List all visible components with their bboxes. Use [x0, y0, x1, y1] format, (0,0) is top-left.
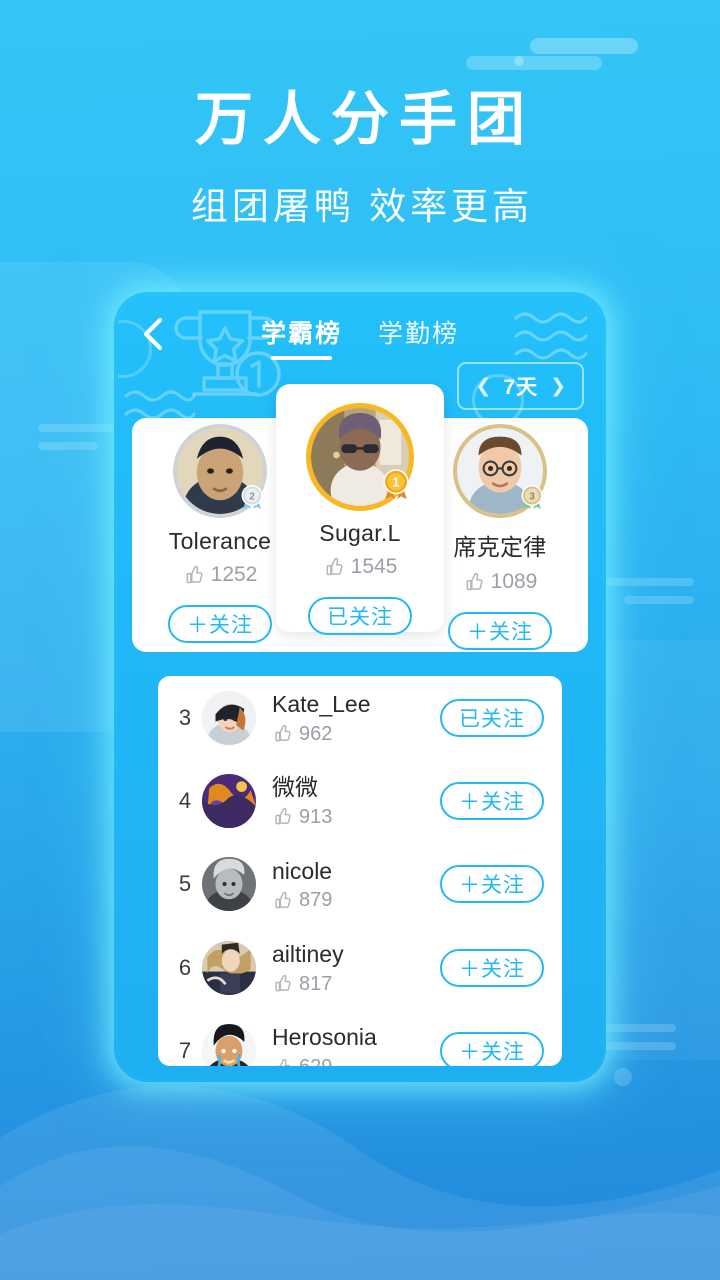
follow-button[interactable]: 已关注 — [440, 698, 544, 737]
thumbs-up-icon — [275, 724, 291, 742]
thumbs-up-icon — [275, 1058, 291, 1066]
row-info: Herosonia 629 — [272, 1023, 440, 1066]
thumbs-up-icon — [275, 975, 291, 992]
podium-entry-1[interactable]: 1 Sugar.L 1545 已关注 — [280, 403, 440, 635]
follow-button[interactable]: ＋关注 — [440, 865, 544, 904]
svg-text:2: 2 — [249, 492, 255, 503]
row-rank: 5 — [178, 871, 192, 897]
row-info: nicole 879 — [272, 857, 440, 913]
follow-button-label: ＋关注 — [459, 957, 525, 981]
follow-button-label: ＋关注 — [459, 874, 525, 898]
bronze-medal-icon: 3 — [521, 485, 543, 509]
avatar-image — [202, 774, 256, 829]
follow-button[interactable]: 已关注 — [308, 597, 412, 635]
follow-button-label: 已关注 — [327, 606, 393, 629]
podium-name: Tolerance — [168, 528, 272, 554]
phone-mockup: 学霸榜 学勤榜 ❮ 7天 ❯ 2 Tolerance 1252 ＋关注 1 Su… — [114, 292, 606, 1082]
page-subtitle: 组团屠鸭 效率更高 — [190, 185, 534, 227]
podium-section: 2 Tolerance 1252 ＋关注 1 Sugar.L 1545 已关注 … — [118, 384, 602, 652]
avatar-image — [202, 690, 256, 745]
tab-xueba[interactable]: 学霸榜 — [257, 310, 346, 362]
podium-name: 席克定律 — [453, 534, 547, 560]
row-likes: 629 — [272, 1056, 440, 1066]
row-likes: 962 — [272, 723, 440, 746]
thumbs-up-icon — [275, 891, 291, 909]
row-like-count: 629 — [299, 1056, 332, 1066]
silver-medal-icon: 2 — [241, 485, 263, 509]
avatar-image — [202, 1024, 256, 1066]
row-name: Kate_Lee — [272, 690, 371, 717]
row-rank: 3 — [178, 704, 192, 730]
gold-medal-icon: 1 — [383, 469, 409, 500]
follow-button-label: ＋关注 — [459, 791, 525, 815]
row-name: Herosonia — [272, 1024, 377, 1051]
tab-label: 学霸榜 — [260, 320, 342, 348]
app-screen: 学霸榜 学勤榜 ❮ 7天 ❯ 2 Tolerance 1252 ＋关注 1 Su… — [118, 296, 602, 1078]
page-title: 万人分手团 — [194, 87, 535, 152]
avatar-wrapper: 1 — [306, 403, 414, 511]
podium-entry-2[interactable]: 2 Tolerance 1252 ＋关注 — [140, 424, 300, 643]
follow-button-label: ＋关注 — [459, 1041, 525, 1065]
avatar — [202, 774, 256, 829]
thumbs-up-icon — [275, 808, 291, 825]
rank-list-section: 3 Kate_Lee 962 已关注 4 微微 913 ＋关注 5 nicole… — [144, 668, 576, 1070]
tab-label: 学勤榜 — [378, 320, 460, 348]
avatar — [202, 1024, 256, 1066]
thumbs-up-icon — [466, 572, 483, 590]
row-like-count: 913 — [299, 805, 333, 828]
follow-button-label: 已关注 — [459, 707, 525, 731]
table-row[interactable]: 7 Herosonia ＋关注 — [158, 1010, 562, 1066]
row-rank: 4 — [178, 788, 192, 814]
podium-name: Sugar.L — [319, 520, 401, 546]
follow-button-label: ＋关注 — [467, 621, 533, 644]
row-likes: 817 — [272, 973, 440, 996]
table-row[interactable]: 6 ailtiney 817 ＋关注 — [158, 926, 562, 1009]
table-row[interactable]: 3 Kate_Lee 962 已关注 — [158, 676, 562, 759]
follow-button[interactable]: ＋关注 — [448, 612, 552, 650]
avatar-wrapper: 3 — [453, 424, 547, 518]
follow-button[interactable]: ＋关注 — [440, 782, 544, 821]
row-like-count: 879 — [299, 889, 333, 912]
thumbs-up-icon — [326, 557, 343, 575]
follow-button[interactable]: ＋关注 — [440, 948, 544, 987]
row-info: Kate_Lee 962 — [272, 690, 440, 746]
row-like-count: 817 — [299, 972, 333, 995]
follow-button[interactable]: ＋关注 — [168, 605, 272, 643]
row-info: ailtiney 817 — [272, 940, 440, 996]
tab-bar: 学霸榜 学勤榜 — [118, 310, 602, 362]
podium-entry-3[interactable]: 3 席克定律 1089 ＋关注 — [420, 424, 580, 650]
follow-button-label: ＋关注 — [187, 614, 253, 637]
avatar — [202, 857, 256, 912]
row-like-count: 962 — [299, 722, 333, 745]
table-row[interactable]: 5 nicole 879 ＋关注 — [158, 843, 562, 926]
avatar — [202, 690, 256, 745]
row-name: 微微 — [272, 774, 318, 801]
avatar-image — [202, 940, 256, 995]
podium-likes: 1252 — [140, 563, 300, 587]
row-likes: 879 — [272, 889, 440, 912]
podium-likes: 1089 — [420, 570, 580, 594]
hero-section: 万人分手团 组团屠鸭 效率更高 — [0, 0, 720, 230]
podium-like-count: 1252 — [210, 563, 258, 586]
avatar-image — [202, 857, 256, 912]
row-rank: 6 — [178, 954, 192, 980]
row-name: ailtiney — [272, 940, 344, 967]
podium-like-count: 1545 — [350, 555, 398, 578]
table-row[interactable]: 4 微微 913 ＋关注 — [158, 759, 562, 842]
thumbs-up-icon — [186, 565, 203, 583]
podium-like-count: 1089 — [490, 570, 538, 593]
row-info: 微微 913 — [272, 773, 440, 829]
row-rank: 7 — [178, 1038, 192, 1064]
avatar — [202, 940, 256, 995]
avatar-wrapper: 2 — [173, 424, 267, 518]
rank-list-card: 3 Kate_Lee 962 已关注 4 微微 913 ＋关注 5 nicole… — [158, 676, 562, 1066]
svg-text:3: 3 — [529, 492, 535, 503]
svg-text:1: 1 — [392, 476, 399, 490]
podium-likes: 1545 — [280, 555, 440, 579]
tab-xueqin[interactable]: 学勤榜 — [374, 310, 463, 362]
row-likes: 913 — [272, 806, 440, 829]
row-name: nicole — [272, 857, 333, 884]
follow-button[interactable]: ＋关注 — [440, 1032, 544, 1066]
